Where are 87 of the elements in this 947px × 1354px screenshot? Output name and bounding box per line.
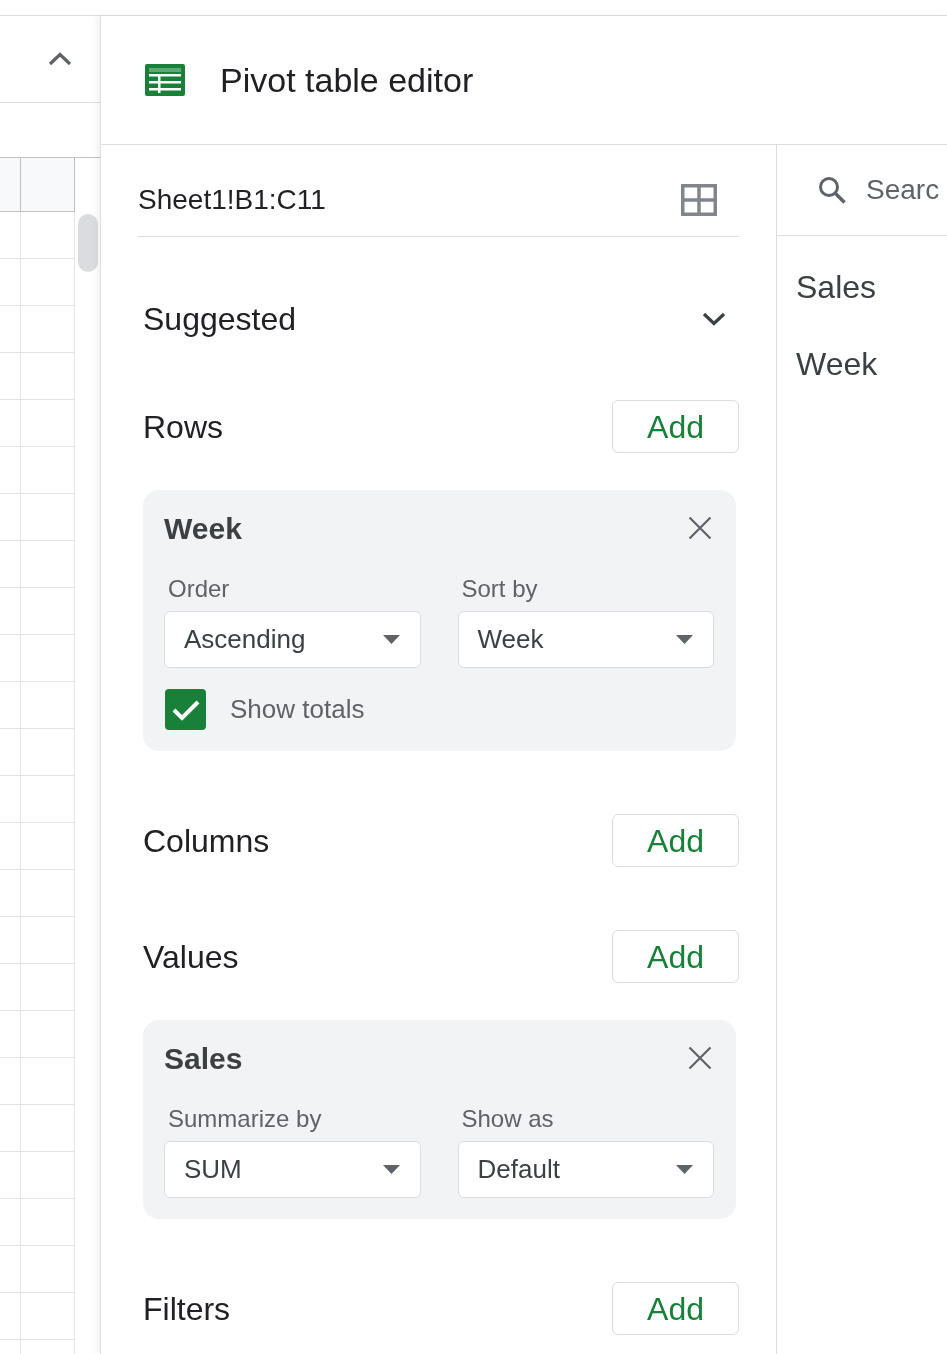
dropdown[interactable]: Ascending xyxy=(164,611,421,668)
table-cell[interactable] xyxy=(21,1058,75,1105)
close-icon[interactable] xyxy=(688,1046,712,1070)
table-cell[interactable] xyxy=(21,1105,75,1152)
table-cell[interactable] xyxy=(21,1246,75,1293)
search-field[interactable]: Searc xyxy=(866,170,947,210)
table-cell[interactable] xyxy=(0,1293,21,1340)
add-button[interactable]: Add xyxy=(612,930,739,983)
table-cell[interactable] xyxy=(21,729,75,776)
table-cell[interactable] xyxy=(0,212,21,259)
field-title: Week xyxy=(164,510,242,547)
table-cell[interactable] xyxy=(0,1011,21,1058)
table-cell[interactable] xyxy=(0,1152,21,1199)
caret-icon xyxy=(382,635,400,644)
table-cell[interactable] xyxy=(0,588,21,635)
dropdown-label: Order xyxy=(167,576,231,602)
table-cell[interactable] xyxy=(21,870,75,917)
checkbox[interactable] xyxy=(165,689,206,730)
spreadsheet-icon xyxy=(145,64,185,96)
table-cell[interactable] xyxy=(0,1058,21,1105)
add-button[interactable]: Add xyxy=(612,814,739,867)
table-cell[interactable] xyxy=(21,1011,75,1058)
table-cell[interactable] xyxy=(21,1293,75,1340)
table-cell[interactable] xyxy=(0,635,21,682)
panel-title: Pivot table editor xyxy=(220,59,474,101)
table-cell[interactable] xyxy=(21,682,75,729)
caret-icon xyxy=(382,1165,400,1174)
check-icon xyxy=(171,698,200,721)
table-cell[interactable] xyxy=(0,400,21,447)
close-icon[interactable] xyxy=(688,516,712,540)
table-cell[interactable] xyxy=(21,353,75,400)
table-cell[interactable] xyxy=(0,1199,21,1246)
table-cell[interactable] xyxy=(0,1246,21,1293)
table-cell[interactable] xyxy=(21,306,75,353)
table-cell[interactable] xyxy=(21,776,75,823)
table-cell[interactable] xyxy=(21,635,75,682)
table-cell[interactable] xyxy=(21,541,75,588)
table-cell[interactable] xyxy=(0,494,21,541)
grid-icon[interactable] xyxy=(681,184,717,216)
table-cell[interactable] xyxy=(21,447,75,494)
checkbox-label: Show totals xyxy=(230,693,365,726)
dropdown-label: Sort by xyxy=(460,576,539,602)
dropdown-label: Summarize by xyxy=(167,1106,323,1132)
table-cell[interactable] xyxy=(0,917,21,964)
table-cell[interactable] xyxy=(21,823,75,870)
table-cell[interactable] xyxy=(0,1105,21,1152)
table-cell[interactable] xyxy=(21,400,75,447)
table-cell[interactable] xyxy=(0,964,21,1011)
table-cell[interactable] xyxy=(0,541,21,588)
chevron-up-icon[interactable] xyxy=(48,52,72,66)
range-field[interactable]: Sheet1!B1:C11 xyxy=(138,164,739,237)
table-cell[interactable] xyxy=(0,870,21,917)
dropdown[interactable]: Week xyxy=(457,611,714,668)
section-title: Values xyxy=(143,937,239,977)
scrollbar-thumb[interactable] xyxy=(78,214,98,272)
table-cell[interactable] xyxy=(21,588,75,635)
field-title: Sales xyxy=(164,1040,243,1077)
table-cell[interactable] xyxy=(0,447,21,494)
table-cell[interactable] xyxy=(0,259,21,306)
chevron-down-icon[interactable] xyxy=(702,312,726,326)
table-cell[interactable] xyxy=(0,823,21,870)
table-cell[interactable] xyxy=(0,729,21,776)
field-list-item[interactable]: Sales xyxy=(796,262,877,311)
dropdown-label: Show as xyxy=(460,1106,555,1132)
dropdown[interactable]: Default xyxy=(457,1141,714,1198)
dropdown[interactable]: SUM xyxy=(164,1141,421,1198)
table-cell[interactable] xyxy=(0,353,21,400)
table-cell[interactable] xyxy=(21,917,75,964)
table-cell[interactable] xyxy=(0,776,21,823)
add-button[interactable]: Add xyxy=(612,1282,739,1335)
table-cell[interactable] xyxy=(0,306,21,353)
table-cell[interactable] xyxy=(0,682,21,729)
section-title: Suggested xyxy=(143,300,296,339)
caret-icon xyxy=(676,1165,693,1174)
search-icon xyxy=(818,176,846,204)
table-cell[interactable] xyxy=(21,1199,75,1246)
table-cell[interactable] xyxy=(21,964,75,1011)
table-cell[interactable] xyxy=(21,1152,75,1199)
table-cell[interactable] xyxy=(21,494,75,541)
table-cell[interactable] xyxy=(21,259,75,306)
table-cell[interactable] xyxy=(21,212,75,259)
caret-icon xyxy=(676,635,693,644)
field-list-item[interactable]: Week xyxy=(796,339,878,388)
section-title: Columns xyxy=(143,821,270,861)
section-title: Filters xyxy=(143,1289,231,1329)
add-button[interactable]: Add xyxy=(612,400,739,453)
section-title: Rows xyxy=(143,407,223,447)
